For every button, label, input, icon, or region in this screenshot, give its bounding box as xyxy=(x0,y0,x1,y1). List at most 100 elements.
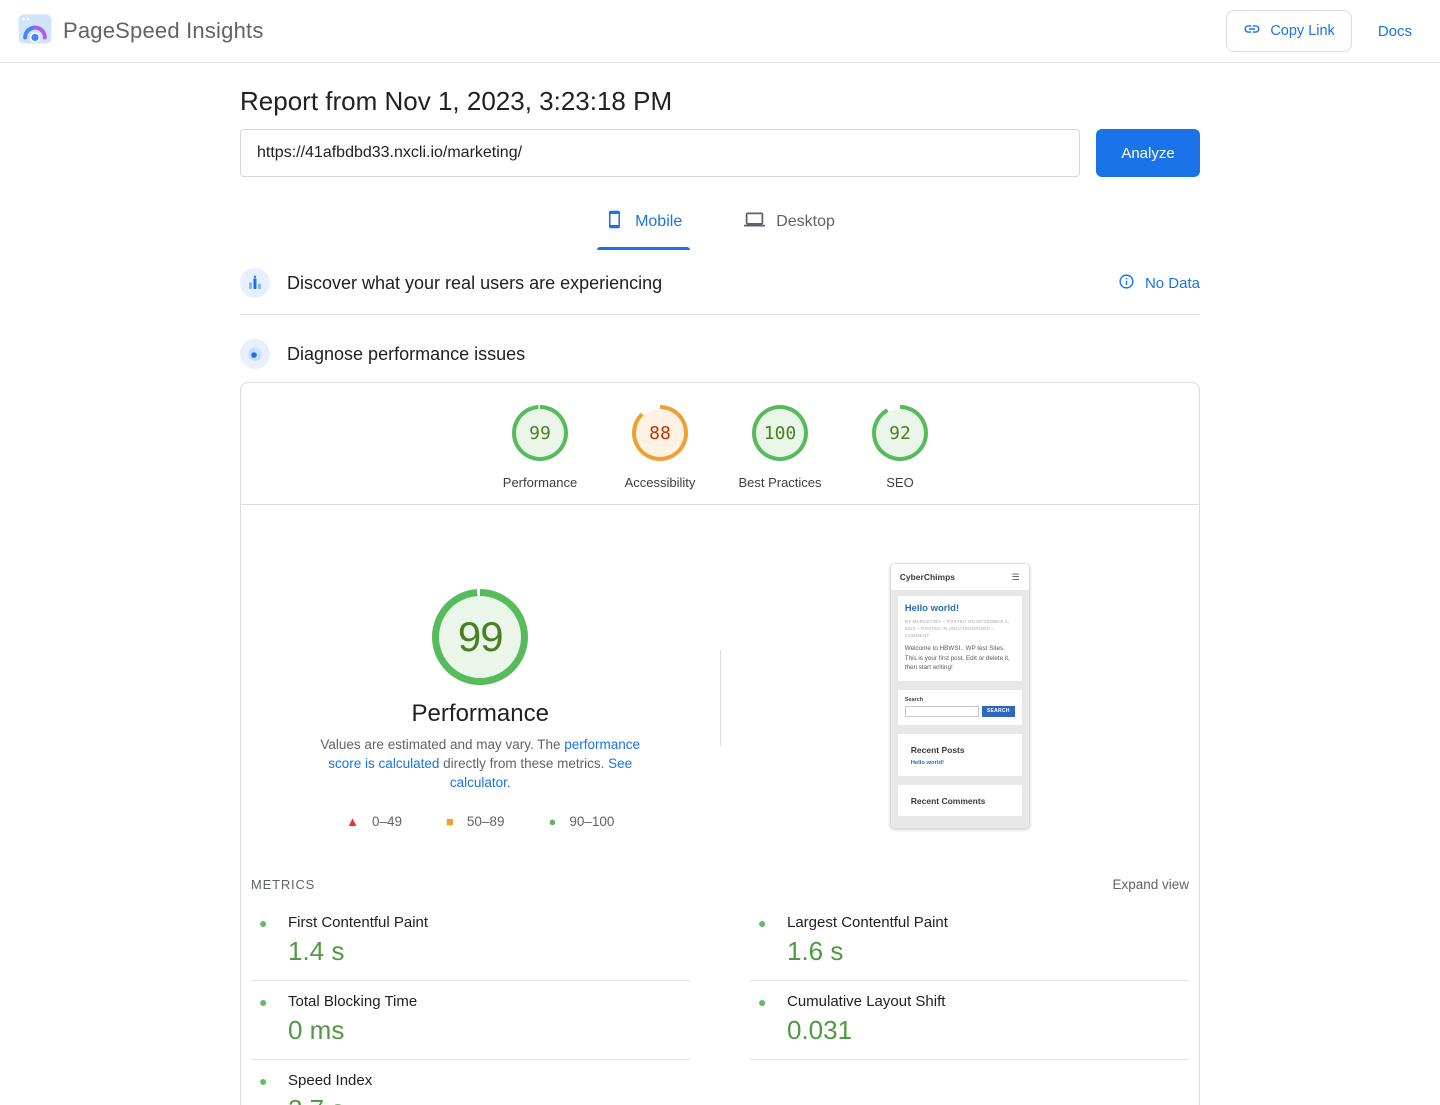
desktop-icon xyxy=(744,209,765,235)
preview-site-header: CyberChimps ☰ xyxy=(891,564,1029,590)
best-practices-score-label: Best Practices xyxy=(738,475,821,490)
preview-post-meta: BY MARKETING – POSTED ON NOVEMBER 1, 202… xyxy=(905,618,1015,639)
category-scores-row: 99 Performance 88 Accessibility 100 xyxy=(241,383,1199,504)
app-title: PageSpeed Insights xyxy=(63,18,264,44)
docs-link[interactable]: Docs xyxy=(1378,23,1412,40)
mobile-icon xyxy=(605,210,624,234)
diagnose-section-header: Diagnose performance issues xyxy=(240,339,1200,369)
seo-score-label: SEO xyxy=(886,475,913,490)
tab-mobile-label: Mobile xyxy=(635,213,682,231)
disclaimer-text: Values are estimated and may vary. The xyxy=(320,737,564,752)
metric-value: 1.6 s xyxy=(787,936,1189,967)
score-item-seo[interactable]: 92 SEO xyxy=(840,405,960,490)
metrics-header: METRICS Expand view xyxy=(241,877,1199,892)
hamburger-menu-icon: ☰ xyxy=(1012,572,1020,583)
metric-name: First Contentful Paint xyxy=(288,914,428,931)
accessibility-score-value: 88 xyxy=(649,423,671,444)
tab-mobile[interactable]: Mobile xyxy=(597,203,690,250)
score-legend: ▲ 0–49 ■ 50–89 ● 90–100 xyxy=(346,814,614,829)
preview-page-body: Hello world! BY MARKETING – POSTED ON NO… xyxy=(891,590,1029,829)
preview-recent-posts-title: Recent Posts xyxy=(905,741,1015,757)
metrics-caption: METRICS xyxy=(251,877,315,892)
metric-status-dot-icon: ● xyxy=(758,995,771,1009)
no-data-label: No Data xyxy=(1145,275,1200,292)
preview-post-title: Hello world! xyxy=(905,603,1015,614)
disclaimer-text-2: directly from these metrics. xyxy=(439,756,608,771)
tab-desktop[interactable]: Desktop xyxy=(736,203,843,250)
preview-post-card: Hello world! BY MARKETING – POSTED ON NO… xyxy=(898,596,1022,681)
metric-status-dot-icon: ● xyxy=(259,995,272,1009)
accessibility-score-gauge: 88 xyxy=(632,405,688,461)
no-data-status[interactable]: No Data xyxy=(1118,273,1200,294)
device-tabs: Mobile Desktop xyxy=(240,203,1200,250)
metric-speed-index: ● Speed Index 2.7 s xyxy=(251,1060,690,1105)
metric-value: 0.031 xyxy=(787,1015,1189,1046)
brand: PageSpeed Insights xyxy=(18,14,264,49)
main-performance-gauge: 99 xyxy=(432,589,528,685)
seo-score-gauge: 92 xyxy=(872,405,928,461)
metric-name: Speed Index xyxy=(288,1072,372,1089)
tab-desktop-label: Desktop xyxy=(776,213,835,231)
metrics-grid: ● First Contentful Paint 1.4 s ● Largest… xyxy=(241,902,1199,1105)
accessibility-score-label: Accessibility xyxy=(625,475,696,490)
legend-range-fail: 0–49 xyxy=(372,814,402,829)
preview-search-label: Search xyxy=(905,697,1015,703)
info-icon xyxy=(1118,273,1135,294)
preview-search-button: SEARCH xyxy=(982,706,1015,717)
appbar-actions: Copy Link Docs xyxy=(1226,10,1412,52)
main-content: Report from Nov 1, 2023, 3:23:18 PM Anal… xyxy=(240,63,1200,1105)
metric-status-dot-icon: ● xyxy=(758,916,771,930)
real-users-icon xyxy=(240,268,270,298)
analyze-button[interactable]: Analyze xyxy=(1096,129,1200,177)
score-item-best-practices[interactable]: 100 Best Practices xyxy=(720,405,840,490)
diagnose-icon xyxy=(240,339,270,369)
legend-range-pass: 90–100 xyxy=(569,814,614,829)
preview-recent-comments-card: Recent Comments xyxy=(898,785,1022,816)
metric-empty-cell xyxy=(750,1060,1189,1105)
metric-total-blocking-time: ● Total Blocking Time 0 ms xyxy=(251,981,690,1060)
performance-report-card: 99 Performance 88 Accessibility 100 xyxy=(240,382,1200,1105)
url-row: Analyze xyxy=(240,129,1200,177)
metric-value: 1.4 s xyxy=(288,936,690,967)
pagespeed-logo-icon xyxy=(18,14,52,49)
metric-value: 2.7 s xyxy=(288,1094,690,1105)
preview-search-card: Search SEARCH xyxy=(898,690,1022,725)
app-bar: PageSpeed Insights Copy Link Docs xyxy=(0,0,1440,63)
field-data-section: Discover what your real users are experi… xyxy=(240,268,1200,315)
square-icon: ■ xyxy=(446,815,454,828)
metric-name: Cumulative Layout Shift xyxy=(787,993,945,1010)
performance-heading: Performance xyxy=(412,700,549,728)
performance-overview: 99 Performance Values are estimated and … xyxy=(241,505,1199,865)
report-title: Report from Nov 1, 2023, 3:23:18 PM xyxy=(240,85,1200,117)
overview-left-column: 99 Performance Values are estimated and … xyxy=(241,505,720,865)
overview-right-column: CyberChimps ☰ Hello world! BY MARKETING … xyxy=(721,505,1200,865)
preview-search-input xyxy=(905,706,979,717)
score-item-performance[interactable]: 99 Performance xyxy=(480,405,600,490)
metric-name: Largest Contentful Paint xyxy=(787,914,948,931)
metric-status-dot-icon: ● xyxy=(259,1074,272,1088)
best-practices-score-gauge: 100 xyxy=(752,405,808,461)
field-data-title: Discover what your real users are experi… xyxy=(287,273,662,294)
metric-name: Total Blocking Time xyxy=(288,993,417,1010)
legend-range-average: 50–89 xyxy=(467,814,505,829)
triangle-icon: ▲ xyxy=(346,815,359,828)
preview-post-body: Welcome to HBWSI.. WP test Sites. This i… xyxy=(905,644,1015,673)
preview-recent-comments-title: Recent Comments xyxy=(905,792,1015,808)
metric-first-contentful-paint: ● First Contentful Paint 1.4 s xyxy=(251,902,690,981)
metric-value: 0 ms xyxy=(288,1015,690,1046)
metric-cumulative-layout-shift: ● Cumulative Layout Shift 0.031 xyxy=(750,981,1189,1060)
preview-recent-posts-card: Recent Posts Hello world! xyxy=(898,734,1022,776)
performance-score-gauge: 99 xyxy=(512,405,568,461)
url-input[interactable] xyxy=(240,129,1080,177)
performance-score-value: 99 xyxy=(529,423,551,444)
copy-link-button[interactable]: Copy Link xyxy=(1226,10,1351,52)
score-item-accessibility[interactable]: 88 Accessibility xyxy=(600,405,720,490)
legend-item-fail: ▲ 0–49 xyxy=(346,814,402,829)
page-screenshot-thumbnail[interactable]: CyberChimps ☰ Hello world! BY MARKETING … xyxy=(890,563,1030,829)
diagnose-title: Diagnose performance issues xyxy=(287,344,525,365)
circle-icon: ● xyxy=(548,815,556,828)
legend-item-pass: ● 90–100 xyxy=(548,814,614,829)
link-icon xyxy=(1243,20,1261,42)
expand-view-toggle[interactable]: Expand view xyxy=(1112,877,1189,892)
metric-largest-contentful-paint: ● Largest Contentful Paint 1.6 s xyxy=(750,902,1189,981)
